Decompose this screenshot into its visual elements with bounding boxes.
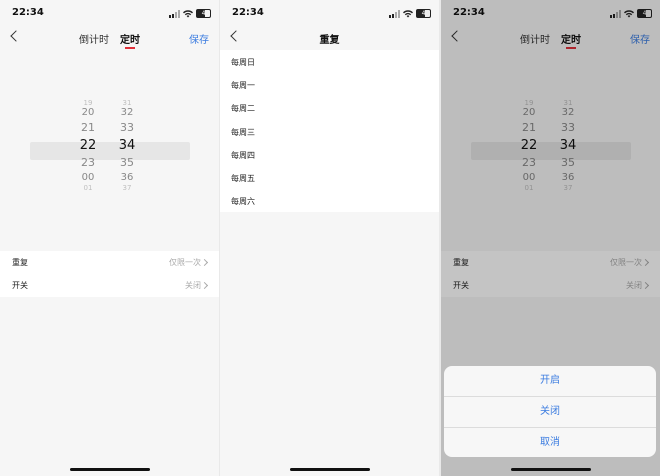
repeat-screen: 22:34 4 重复 每周日 每周一 每周二 每周三 每周四 每周五 每周六 bbox=[220, 0, 439, 476]
tab-schedule-label: 定时 bbox=[120, 35, 140, 46]
day-label: 每周日 bbox=[231, 58, 255, 67]
page-title: 重复 bbox=[319, 35, 340, 46]
list-item[interactable]: 每周一 bbox=[220, 73, 439, 96]
list-item[interactable]: 每周三 bbox=[220, 120, 439, 143]
home-indicator[interactable] bbox=[289, 468, 370, 471]
repeat-day-list: 每周日 每周一 每周二 每周三 每周四 每周五 每周六 bbox=[220, 50, 439, 212]
home-indicator[interactable] bbox=[69, 468, 150, 471]
hour-option: 00 bbox=[81, 172, 95, 183]
switch-label: 开关 bbox=[12, 281, 28, 290]
settings-list: 重复 仅限一次 开关 关闭 bbox=[0, 251, 219, 297]
signal-icon bbox=[389, 9, 400, 18]
status-icons: 4 bbox=[389, 9, 431, 18]
signal-icon bbox=[169, 9, 180, 18]
nav-bar: 重复 bbox=[220, 28, 439, 50]
minute-wheel[interactable]: 31 32 33 34 35 36 37 bbox=[115, 99, 139, 192]
minute-option: 33 bbox=[120, 121, 134, 134]
day-label: 每周四 bbox=[231, 150, 255, 160]
tab-schedule[interactable]: 定时 bbox=[120, 31, 140, 49]
status-icons: 4 bbox=[169, 9, 211, 18]
minute-option: 37 bbox=[122, 184, 132, 192]
save-button[interactable]: 保存 bbox=[189, 31, 209, 46]
battery-icon: 4 bbox=[416, 9, 431, 18]
repeat-label: 重复 bbox=[12, 258, 28, 267]
status-bar: 22:34 4 bbox=[0, 0, 219, 28]
wifi-icon bbox=[403, 9, 413, 17]
minute-option: 32 bbox=[120, 107, 134, 118]
day-label: 每周二 bbox=[231, 104, 255, 114]
hour-option: 21 bbox=[81, 121, 95, 134]
turn-on-option[interactable]: 开启 bbox=[444, 366, 656, 397]
hour-selected: 22 bbox=[79, 138, 97, 153]
switch-row[interactable]: 开关 关闭 bbox=[0, 274, 219, 297]
chevron-right-icon bbox=[200, 281, 209, 290]
status-time: 22:34 bbox=[12, 7, 44, 18]
battery-icon: 4 bbox=[196, 9, 211, 18]
status-time: 22:34 bbox=[232, 7, 264, 18]
time-picker[interactable]: 19 20 21 22 23 00 01 31 32 33 34 35 36 3… bbox=[0, 100, 219, 198]
switch-value: 关闭 bbox=[185, 281, 201, 290]
tab-indicator bbox=[125, 47, 135, 49]
repeat-value: 仅限一次 bbox=[169, 258, 201, 267]
turn-off-option[interactable]: 关闭 bbox=[444, 397, 656, 428]
day-label: 每周三 bbox=[231, 127, 255, 137]
wifi-icon bbox=[183, 9, 193, 17]
hour-wheel[interactable]: 19 20 21 22 23 00 01 bbox=[76, 99, 100, 192]
back-icon[interactable] bbox=[10, 30, 22, 42]
list-item[interactable]: 每周日 bbox=[220, 50, 439, 73]
timer-screen-with-sheet: 22:34 4 倒计时 定时 保存 19 20 21 22 23 00 01 3… bbox=[441, 0, 660, 476]
list-item[interactable]: 每周五 bbox=[220, 166, 439, 189]
hour-option: 19 bbox=[83, 99, 93, 107]
action-sheet: 开启 关闭 取消 bbox=[444, 366, 656, 457]
nav-bar: 倒计时 定时 保存 bbox=[0, 28, 219, 50]
day-label: 每周一 bbox=[231, 81, 255, 91]
status-bar: 22:34 4 bbox=[220, 0, 439, 28]
hour-option: 20 bbox=[81, 107, 95, 118]
minute-option: 35 bbox=[120, 156, 134, 169]
minute-selected: 34 bbox=[118, 138, 136, 153]
minute-option: 36 bbox=[120, 172, 134, 183]
day-label: 每周六 bbox=[231, 197, 255, 207]
repeat-row[interactable]: 重复 仅限一次 bbox=[0, 251, 219, 274]
hour-option: 01 bbox=[83, 184, 93, 192]
cancel-button[interactable]: 取消 bbox=[444, 428, 656, 457]
picker-selection-band bbox=[30, 142, 190, 160]
list-item[interactable]: 每周二 bbox=[220, 96, 439, 119]
home-indicator[interactable] bbox=[510, 468, 591, 471]
hour-option: 23 bbox=[81, 156, 95, 169]
minute-option: 31 bbox=[122, 99, 132, 107]
timer-screen: 22:34 4 倒计时 定时 保存 19 20 21 22 23 00 01 3… bbox=[0, 0, 219, 476]
day-label: 每周五 bbox=[231, 173, 255, 183]
chevron-right-icon bbox=[200, 258, 209, 267]
tab-countdown[interactable]: 倒计时 bbox=[79, 31, 109, 46]
list-item[interactable]: 每周六 bbox=[220, 189, 439, 212]
list-item[interactable]: 每周四 bbox=[220, 143, 439, 166]
